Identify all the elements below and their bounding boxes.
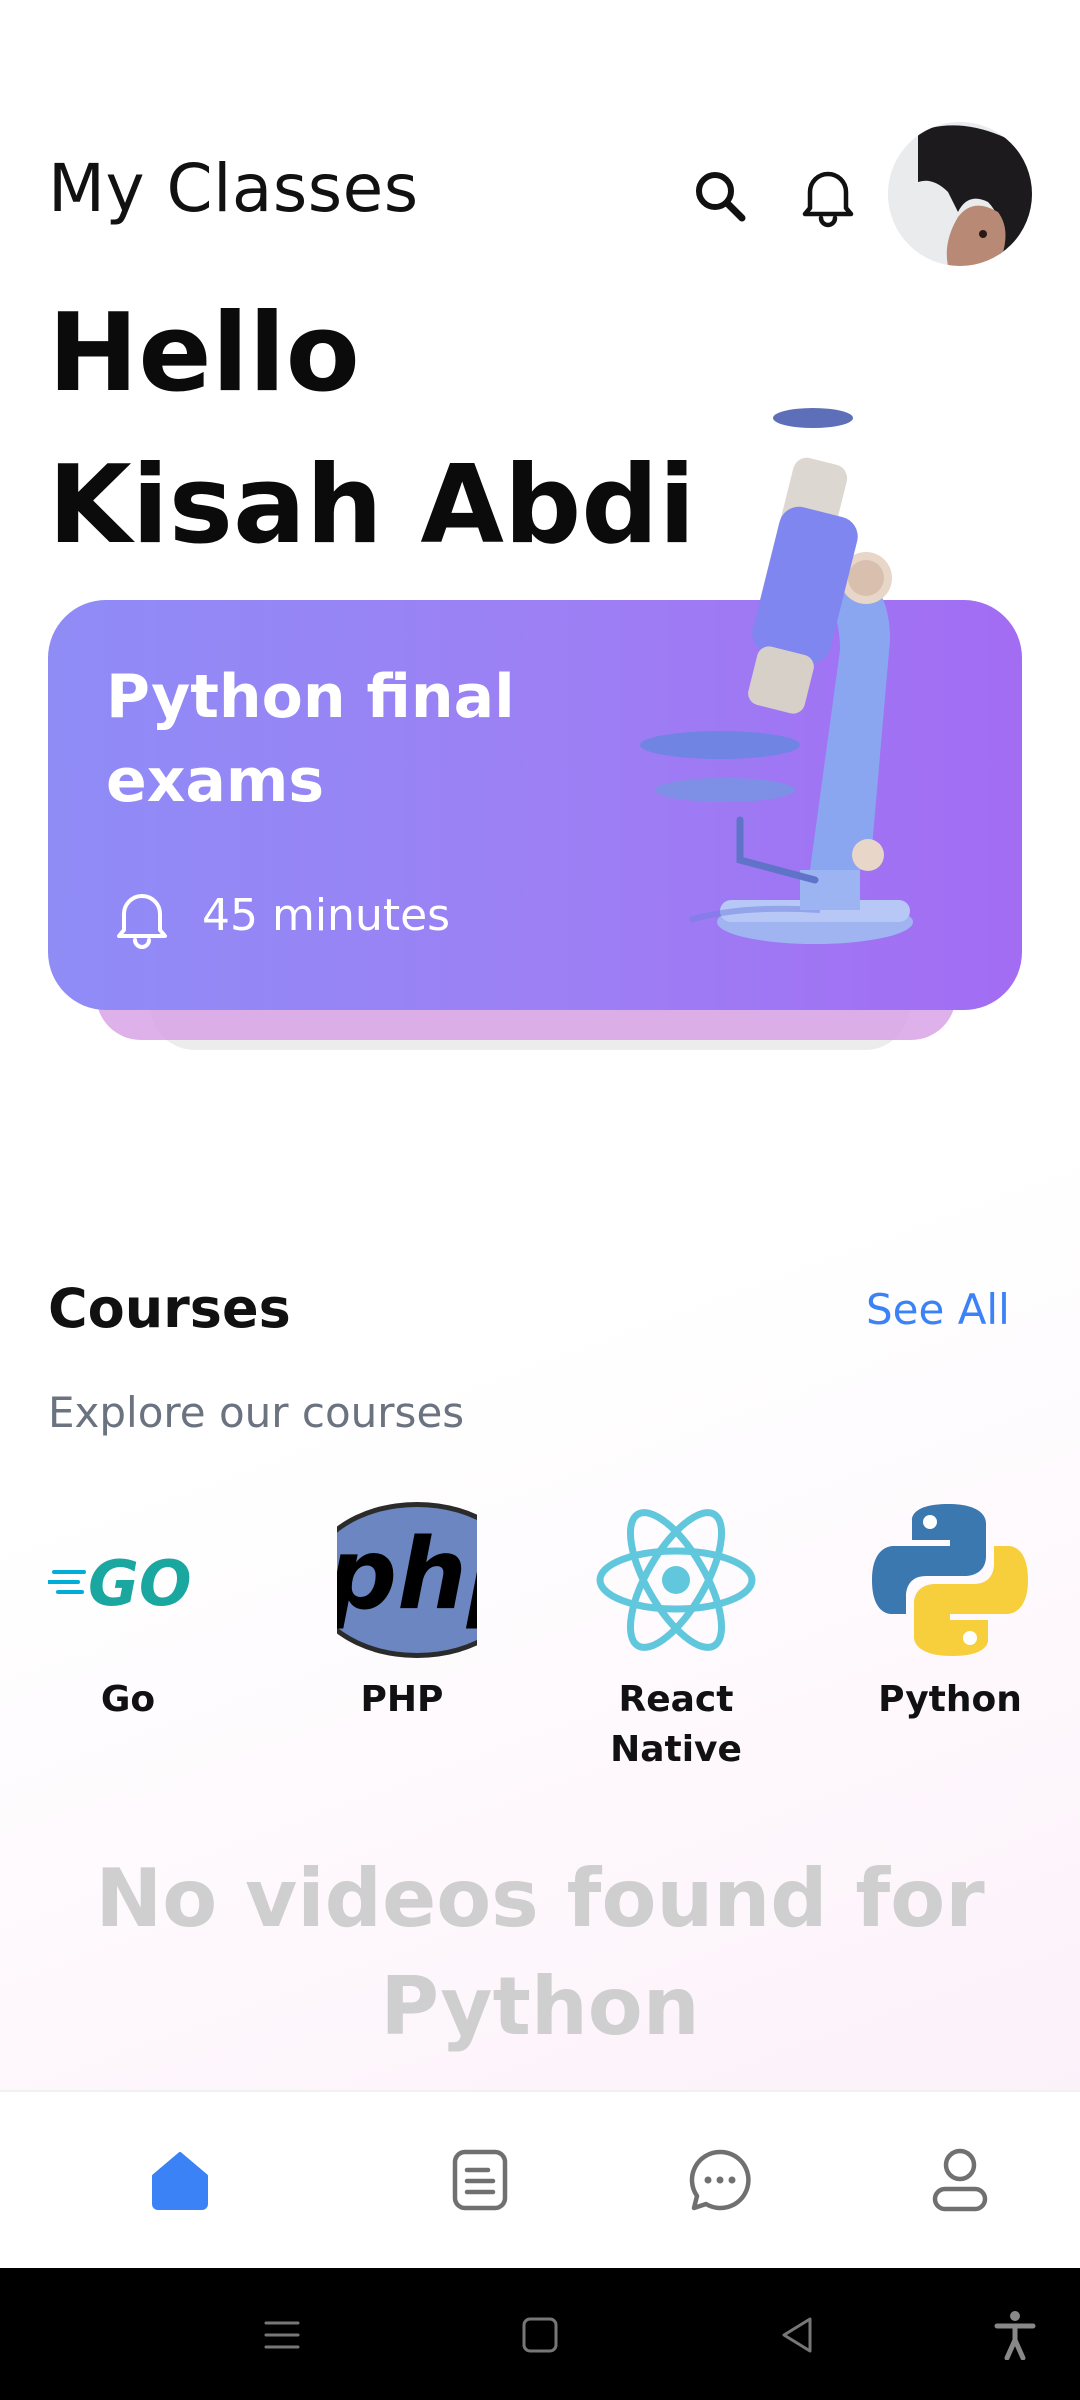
nav-profile[interactable] [910, 2130, 1010, 2230]
go-logo: GO [48, 1547, 192, 1620]
see-all-link[interactable]: See All [866, 1285, 1010, 1334]
menu-icon [264, 2321, 300, 2349]
avatar[interactable] [888, 122, 1032, 266]
user-avatar [888, 122, 1032, 266]
react-logo [596, 1509, 756, 1651]
system-back-button[interactable] [763, 2300, 833, 2370]
course-label: PHP [360, 1679, 444, 1720]
page-title: My Classes [48, 150, 419, 227]
courses-title: Courses [48, 1277, 291, 1340]
document-icon [452, 2149, 508, 2211]
course-label: Python [878, 1679, 1022, 1720]
svg-text:GO: GO [88, 1547, 192, 1620]
exam-duration-icon-wrap [112, 886, 172, 950]
search-button[interactable] [682, 158, 758, 234]
chat-icon [689, 2149, 751, 2211]
course-label: Go [100, 1679, 156, 1720]
nav-documents[interactable] [430, 2130, 530, 2230]
python-logo [872, 1504, 1028, 1656]
microscope-illustration [540, 400, 1000, 960]
bell-icon [117, 894, 167, 949]
search-icon [696, 172, 746, 222]
back-triangle-icon [782, 2317, 812, 2353]
greeting-hello: Hello [48, 291, 360, 416]
home-icon [152, 2152, 208, 2210]
home-square-icon [522, 2317, 558, 2353]
empty-videos-message: No videos found for Python [95, 1852, 985, 2053]
course-go[interactable]: GO Go [28, 1495, 228, 1725]
bell-icon [802, 171, 854, 228]
php-logo: php [326, 1502, 487, 1658]
courses-subtitle: Explore our courses [48, 1388, 465, 1437]
system-accessibility-button[interactable] [980, 2300, 1050, 2370]
course-label: React Native [610, 1679, 742, 1771]
svg-text:php: php [326, 1518, 487, 1632]
system-home-button[interactable] [505, 2300, 575, 2370]
exam-card-title: Python final exams [106, 662, 515, 816]
exam-duration: 45 minutes [202, 890, 451, 941]
course-php[interactable]: php PHP [302, 1495, 502, 1725]
notifications-button[interactable] [790, 158, 866, 234]
profile-icon [932, 2148, 988, 2212]
nav-chat[interactable] [670, 2130, 770, 2230]
nav-home[interactable] [130, 2130, 230, 2230]
course-react-native[interactable]: React Native [576, 1495, 776, 1776]
course-python[interactable]: Python [850, 1495, 1050, 1725]
accessibility-icon [994, 2311, 1036, 2360]
system-menu-button[interactable] [247, 2300, 317, 2370]
